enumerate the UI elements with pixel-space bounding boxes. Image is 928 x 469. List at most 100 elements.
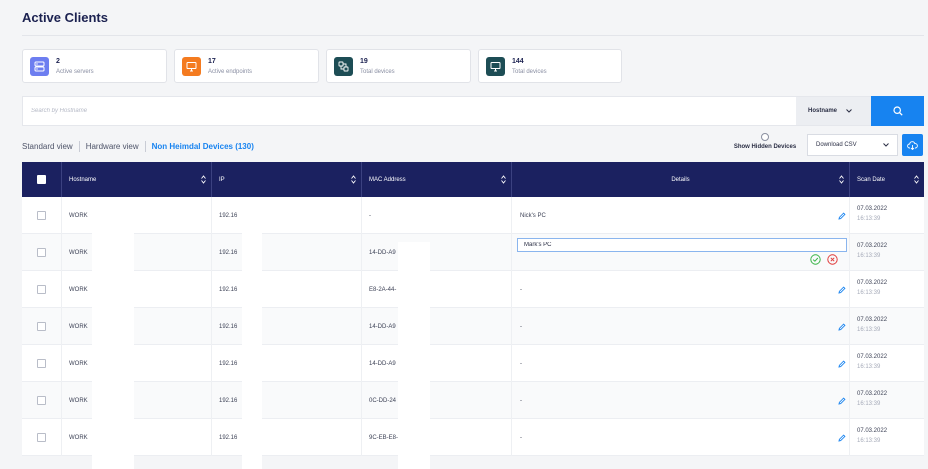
hostname-cell: WORK [62, 234, 212, 271]
details-cell: - [512, 308, 850, 345]
ip-cell: 192.16 [212, 345, 362, 382]
stat-value: 2 [56, 58, 60, 65]
details-text: - [520, 397, 522, 404]
row-select-cell [22, 345, 62, 382]
scan-time: 16:13:39 [857, 401, 881, 407]
column-header-hostname[interactable]: Hostname [62, 162, 212, 197]
hostname-cell: WORK [62, 419, 212, 456]
row-checkbox[interactable] [37, 433, 46, 442]
column-label: Details [671, 176, 690, 183]
scan-date: 07.03.2022 [857, 428, 888, 434]
details-text: Nick's PC [520, 212, 546, 219]
pencil-icon[interactable] [838, 434, 846, 442]
details-cell: Nick's PC [512, 197, 850, 234]
search-bar: Hostname [22, 96, 924, 126]
stat-label: Active servers [56, 69, 94, 75]
column-label: MAC Address [369, 176, 406, 183]
sort-icon [201, 175, 206, 184]
search-field-select[interactable]: Hostname [796, 97, 871, 125]
stat-label: Active endpoints [208, 69, 253, 75]
pencil-icon[interactable] [838, 323, 846, 331]
scan-date-cell: 07.03.2022 16:13:39 [850, 345, 924, 382]
scan-date: 07.03.2022 [857, 354, 888, 360]
row-checkbox[interactable] [37, 359, 46, 368]
devices-icon [334, 57, 353, 76]
tab-non-heimdal-devices[interactable]: Non Heimdal Devices (130) [152, 142, 254, 151]
confirm-icon[interactable] [810, 254, 821, 265]
header-select-cell [22, 162, 62, 197]
tab-divider [78, 141, 80, 152]
row-select-cell [22, 308, 62, 345]
pencil-icon[interactable] [838, 212, 846, 220]
details-text: - [520, 434, 522, 441]
scan-date-cell: 07.03.2022 16:13:39 [850, 382, 924, 419]
mac-cell: 14-DD-A9 [362, 345, 512, 382]
search-button[interactable] [871, 96, 924, 126]
row-select-cell [22, 197, 62, 234]
mac-cell: E8-2A-44- [362, 271, 512, 308]
ip-cell: 192.16 [212, 419, 362, 456]
download-csv-label: Download CSV [816, 142, 857, 148]
table-header: Hostname IP MAC Address Details Scan Dat… [22, 162, 924, 197]
scan-date-cell: 07.03.2022 16:13:39 [850, 271, 924, 308]
scan-date-cell: 07.03.2022 16:13:39 [850, 197, 924, 234]
details-text: - [520, 286, 522, 293]
column-label: IP [219, 176, 225, 183]
hostname-cell: WORK [62, 345, 212, 382]
pencil-icon[interactable] [838, 286, 846, 294]
ip-cell: 192.16 [212, 197, 362, 234]
monitor-icon [486, 57, 505, 76]
table-row: WORK 192.16 0C-DD-24 - 07.03.2022 16:13:3… [22, 382, 924, 419]
row-checkbox[interactable] [37, 211, 46, 220]
redaction-mask [92, 206, 134, 469]
ip-cell: 192.16 [212, 271, 362, 308]
column-header-mac[interactable]: MAC Address [362, 162, 512, 197]
column-header-ip[interactable]: IP [212, 162, 362, 197]
download-button[interactable] [902, 134, 923, 156]
hostname-cell: WORK [62, 271, 212, 308]
chevron-down-icon [846, 109, 852, 113]
details-cell [512, 234, 850, 271]
row-checkbox[interactable] [37, 248, 46, 257]
pencil-icon[interactable] [838, 397, 846, 405]
scan-time: 16:13:39 [857, 327, 881, 333]
cloud-download-icon [907, 140, 918, 150]
ip-cell: 192.16 [212, 382, 362, 419]
monitor-icon [182, 57, 201, 76]
scan-date-cell: 07.03.2022 16:13:39 [850, 419, 924, 456]
stat-value: 144 [512, 58, 524, 65]
scan-time: 16:13:39 [857, 290, 881, 296]
details-edit-input[interactable] [517, 238, 847, 252]
table-row: WORK 192.16 14-DD-A9 - 07.03.2022 16:13:3… [22, 308, 924, 345]
download-csv-select[interactable]: Download CSV [807, 134, 898, 156]
show-hidden-radio[interactable] [761, 133, 769, 141]
details-cell: - [512, 382, 850, 419]
devices-table: Hostname IP MAC Address Details Scan Dat… [22, 162, 924, 469]
scan-time: 16:13:39 [857, 438, 881, 444]
stat-value: 19 [360, 58, 368, 65]
row-select-cell [22, 382, 62, 419]
row-checkbox[interactable] [37, 396, 46, 405]
tab-standard-view[interactable]: Standard view [22, 142, 73, 151]
tab-divider [144, 141, 146, 152]
pencil-icon[interactable] [838, 360, 846, 368]
column-header-details[interactable]: Details [512, 162, 850, 197]
select-all-checkbox[interactable] [37, 175, 46, 184]
chevron-down-icon [883, 143, 889, 147]
search-input[interactable] [23, 97, 795, 125]
hostname-cell: WORK [62, 197, 212, 234]
hostname-cell: WORK [62, 382, 212, 419]
show-hidden-devices-toggle[interactable]: Show Hidden Devices [727, 133, 803, 150]
title-divider [22, 35, 924, 36]
scan-time: 16:13:39 [857, 253, 881, 259]
stat-card-servers: 2 Active servers [22, 49, 167, 83]
row-checkbox[interactable] [37, 285, 46, 294]
cancel-icon[interactable] [827, 254, 838, 265]
mac-cell: 0C-DD-24 [362, 382, 512, 419]
column-header-scan-date[interactable]: Scan Date [850, 162, 924, 197]
mac-cell: 14-DD-A9 [362, 308, 512, 345]
details-cell: - [512, 345, 850, 382]
tab-hardware-view[interactable]: Hardware view [86, 142, 139, 151]
scan-date-cell: 07.03.2022 16:13:39 [850, 234, 924, 271]
row-checkbox[interactable] [37, 322, 46, 331]
